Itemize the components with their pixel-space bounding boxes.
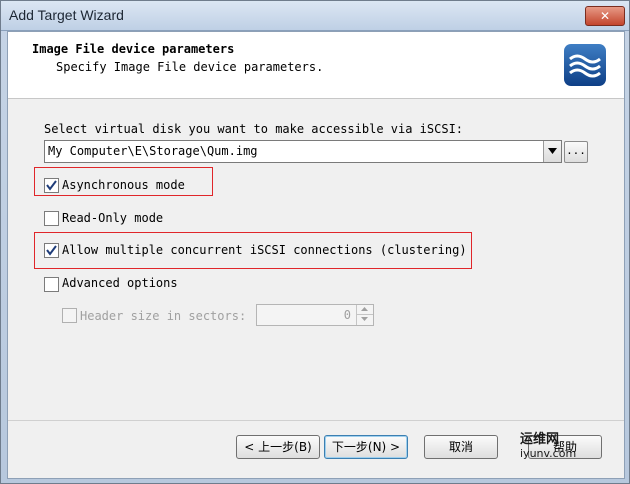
checkmark-icon	[46, 245, 57, 256]
dropdown-button[interactable]	[543, 141, 561, 162]
clustering-label: Allow multiple concurrent iSCSI connecti…	[62, 243, 467, 257]
cancel-button[interactable]: 取消	[424, 435, 498, 459]
wizard-header: Image File device parameters Specify Ima…	[8, 32, 624, 99]
window-title: Add Target Wizard	[9, 7, 124, 23]
disk-path-value: My Computer\E\Storage\Qum.img	[48, 144, 258, 158]
spin-up-button[interactable]	[357, 305, 373, 315]
triangle-up-icon	[361, 307, 368, 311]
header-size-checkbox[interactable]	[62, 308, 77, 323]
advanced-options-checkbox[interactable]	[44, 277, 59, 292]
advanced-options-label: Advanced options	[62, 276, 178, 290]
disk-select-label: Select virtual disk you want to make acc…	[44, 122, 464, 136]
footer-divider	[8, 420, 624, 421]
readonly-checkbox[interactable]	[44, 211, 59, 226]
wizard-page: Image File device parameters Specify Ima…	[7, 31, 625, 479]
watermark-line2: iyunv.com	[520, 447, 577, 460]
spinner-buttons[interactable]	[356, 305, 373, 325]
close-icon: ✕	[599, 9, 611, 23]
back-button[interactable]: < 上一步(B)	[236, 435, 320, 459]
checkmark-icon	[46, 180, 57, 191]
header-size-spinner[interactable]: 0	[256, 304, 374, 326]
spin-down-button[interactable]	[357, 315, 373, 324]
chevron-down-icon	[548, 148, 557, 154]
next-button[interactable]: 下一步(N) >	[324, 435, 408, 459]
readonly-label: Read-Only mode	[62, 211, 164, 225]
header-size-value: 0	[343, 308, 351, 322]
title-bar[interactable]: Add Target Wizard ✕	[1, 1, 629, 31]
close-button[interactable]: ✕	[585, 6, 625, 26]
browse-button[interactable]: ...	[564, 141, 588, 163]
page-subtitle: Specify Image File device parameters.	[56, 60, 324, 74]
page-title: Image File device parameters	[32, 42, 235, 56]
clustering-checkbox[interactable]	[44, 243, 59, 258]
watermark: 运维网 iyunv.com	[520, 428, 576, 460]
watermark-line1: 运维网	[520, 432, 560, 447]
async-checkbox[interactable]	[44, 178, 59, 193]
async-label: Asynchronous mode	[62, 178, 185, 192]
header-size-label: Header size in sectors:	[80, 309, 247, 323]
triangle-down-icon	[361, 317, 368, 321]
wizard-window: Add Target Wizard ✕ Image File device pa…	[0, 0, 630, 484]
waves-logo-icon	[564, 44, 606, 86]
disk-path-combobox[interactable]: My Computer\E\Storage\Qum.img	[44, 140, 562, 163]
